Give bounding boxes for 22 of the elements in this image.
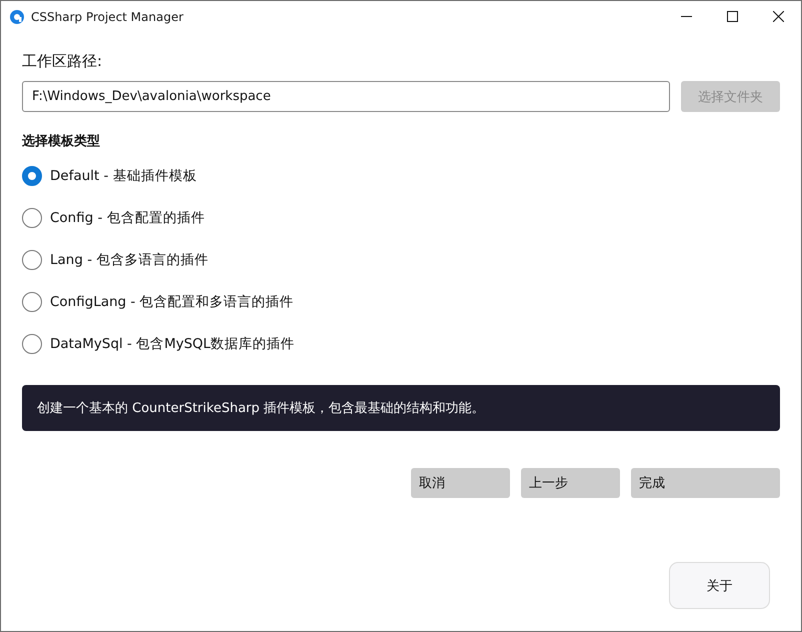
app-logo-icon bbox=[10, 10, 24, 24]
radio-button[interactable] bbox=[22, 208, 42, 228]
radio-button[interactable] bbox=[22, 166, 42, 186]
radio-button[interactable] bbox=[22, 334, 42, 354]
option-label[interactable]: Lang - 包含多语言的插件 bbox=[50, 251, 208, 269]
option-label[interactable]: ConfigLang - 包含配置和多语言的插件 bbox=[50, 293, 294, 311]
path-field[interactable]: F:\Windows_Dev\avalonia\workspace bbox=[22, 81, 670, 112]
section-heading: 选择模板类型 bbox=[22, 133, 101, 150]
maximize-icon bbox=[726, 11, 738, 22]
option-label[interactable]: Default - 基础插件模板 bbox=[50, 167, 197, 185]
radio-button[interactable] bbox=[22, 292, 42, 312]
action-button[interactable]: 完成 bbox=[631, 468, 780, 498]
option-label[interactable]: DataMySql - 包含MySQL数据库的插件 bbox=[50, 335, 295, 353]
action-button[interactable]: 取消 bbox=[411, 468, 510, 498]
radio-button[interactable] bbox=[22, 250, 42, 270]
window-title: CSSharp Project Manager bbox=[31, 10, 184, 24]
close-icon bbox=[772, 11, 784, 22]
workspace-label: 工作区路径: bbox=[22, 52, 104, 71]
action-button[interactable]: 上一步 bbox=[521, 468, 620, 498]
about-button[interactable]: 关于 bbox=[669, 562, 770, 609]
description-text: 创建一个基本的 CounterStrikeSharp 插件模板，包含最基础的结构和功能。 bbox=[37, 400, 485, 417]
option-label[interactable]: Config - 包含配置的插件 bbox=[50, 209, 205, 227]
